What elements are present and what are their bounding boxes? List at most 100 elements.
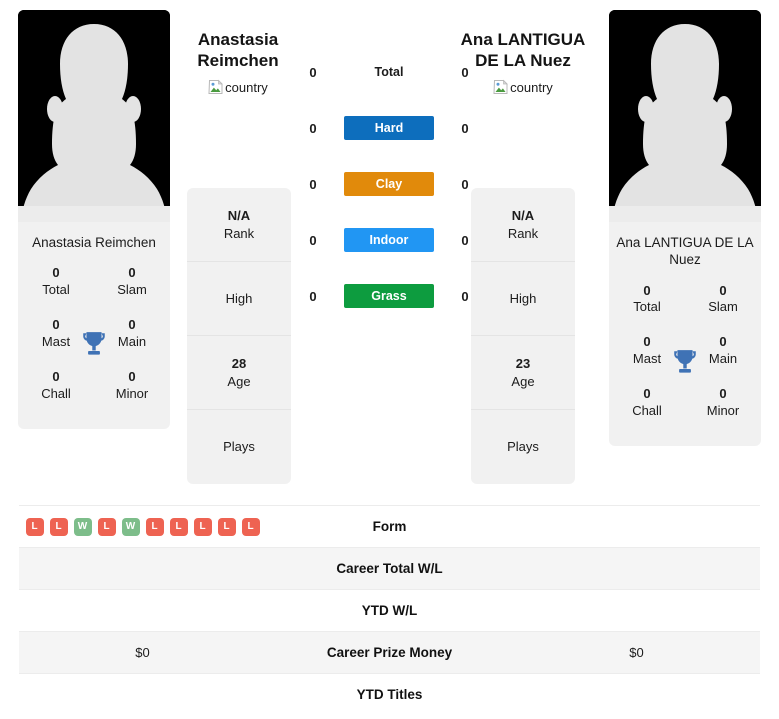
- surface-score-left-indoor: 0: [309, 232, 317, 248]
- form-badge-loss[interactable]: L: [193, 517, 212, 536]
- stat-minor-label-right: Minor: [706, 402, 740, 418]
- info-plays-label-left: Plays: [223, 439, 255, 455]
- trophy-icon: [83, 332, 105, 355]
- player-titles-grid-right: 0 Total 0 Slam 0 Mast 0 Main 0 Chall 0 M…: [609, 279, 761, 446]
- country-flag-right: country: [493, 79, 553, 95]
- info-high-left: High: [187, 262, 291, 336]
- info-plays-label-right: Plays: [507, 439, 539, 455]
- surface-row-indoor: 0 Indoor 0: [305, 228, 473, 252]
- stat-chall-left: 0 Chall: [18, 369, 94, 403]
- stat-minor-value-left: 0: [128, 368, 136, 384]
- info-high-label-left: High: [225, 290, 253, 306]
- comparison-table: LLWLWLLLLL Form Career Total W/L YTD W/L…: [0, 505, 779, 715]
- form-badges-left: LLWLWLLLLL: [25, 517, 260, 536]
- surface-score-left-grass: 0: [309, 288, 317, 304]
- stat-total-label-left: Total: [42, 282, 70, 298]
- info-rank-value-left: N/A: [227, 208, 251, 224]
- player-info-card-right: N/A Rank High 23 Age Plays: [471, 188, 575, 484]
- player-photo-right: [609, 10, 761, 222]
- surface-score-right-hard: 0: [461, 120, 469, 136]
- stat-total-right: 0 Total: [609, 283, 685, 317]
- stat-total-value-left: 0: [52, 265, 60, 281]
- surface-badge-grass: Grass: [344, 284, 434, 308]
- surface-comparison-column: 0 Total 0 0 Hard 0 0 Clay 0 0 Indoor 0 0: [305, 60, 473, 308]
- broken-image-icon: [493, 80, 509, 95]
- surface-score-right-clay: 0: [461, 176, 469, 192]
- stat-minor-left: 0 Minor: [94, 369, 170, 403]
- surface-row-grass: 0 Grass 0: [305, 284, 473, 308]
- info-plays-right: Plays: [471, 410, 575, 484]
- stat-slam-value-right: 0: [719, 282, 727, 298]
- info-rank-label-left: Rank: [223, 225, 255, 241]
- info-age-label-left: Age: [227, 373, 251, 389]
- info-age-value-right: 23: [515, 356, 531, 372]
- surface-row-hard: 0 Hard 0: [305, 116, 473, 140]
- player-titles-grid-left: 0 Total 0 Slam 0 Mast 0 Main 0 Chall 0 M…: [18, 261, 170, 428]
- stat-minor-value-right: 0: [719, 386, 727, 402]
- stat-chall-right: 0 Chall: [609, 386, 685, 420]
- stat-total-label-right: Total: [633, 299, 661, 315]
- form-badge-loss[interactable]: L: [49, 517, 68, 536]
- country-flag-left: country: [208, 79, 268, 95]
- broken-image-icon: [208, 80, 224, 95]
- table-row-ytd-wl: YTD W/L: [19, 589, 760, 631]
- info-plays-left: Plays: [187, 410, 291, 484]
- surface-score-left-total: 0: [309, 64, 317, 80]
- player-info-card-left: N/A Rank High 28 Age Plays: [187, 188, 291, 484]
- form-badge-loss[interactable]: L: [217, 517, 236, 536]
- stat-chall-label-right: Chall: [632, 402, 662, 418]
- form-badge-win[interactable]: W: [121, 517, 140, 536]
- surface-badge-clay: Clay: [344, 172, 434, 196]
- player-card-name-left: Anastasia Reimchen: [32, 235, 156, 250]
- player-card-right[interactable]: Ana LANTIGUA DE LA Nuez 0 Total 0 Slam 0…: [609, 10, 761, 446]
- player-silhouette-icon: [609, 10, 761, 222]
- form-badge-loss[interactable]: L: [25, 517, 44, 536]
- form-cell-left: LLWLWLLLLL: [19, 517, 266, 536]
- stat-minor-right: 0 Minor: [685, 386, 761, 420]
- top-comparison-area: Anastasia Reimchen 0 Total 0 Slam 0 Mast…: [0, 0, 779, 495]
- form-badge-loss[interactable]: L: [97, 517, 116, 536]
- stat-slam-label-right: Slam: [708, 299, 738, 315]
- table-row-label-career-prize-money: Career Prize Money: [326, 645, 453, 660]
- surface-score-left-hard: 0: [309, 120, 317, 136]
- form-badge-win[interactable]: W: [73, 517, 92, 536]
- trophy-icon: [674, 349, 696, 373]
- table-row-label-ytd-wl: YTD W/L: [361, 603, 418, 618]
- table-row-label-career-total-wl: Career Total W/L: [336, 561, 443, 576]
- table-row-career-prize-money: $0 Career Prize Money $0: [19, 631, 760, 673]
- stat-total-left: 0 Total: [18, 265, 94, 299]
- form-badge-loss[interactable]: L: [145, 517, 164, 536]
- player-header-left: Anastasia Reimchen country: [163, 30, 313, 100]
- career-prize-money-right: $0: [629, 645, 644, 660]
- surface-badge-hard: Hard: [344, 116, 434, 140]
- career-prize-money-left: $0: [135, 645, 150, 660]
- table-row-label-ytd-titles: YTD Titles: [356, 687, 423, 702]
- surface-row-total: 0 Total 0: [305, 60, 473, 84]
- info-high-right: High: [471, 262, 575, 336]
- player-card-name-right: Ana LANTIGUA DE LA Nuez: [616, 235, 754, 268]
- stat-slam-value-left: 0: [128, 265, 136, 281]
- stat-chall-label-left: Chall: [41, 385, 71, 401]
- info-rank-value-right: N/A: [511, 208, 535, 224]
- info-rank-label-right: Rank: [507, 225, 539, 241]
- surface-score-right-indoor: 0: [461, 232, 469, 248]
- player-card-left[interactable]: Anastasia Reimchen 0 Total 0 Slam 0 Mast…: [18, 10, 170, 429]
- info-age-value-left: 28: [231, 356, 247, 372]
- table-row-ytd-titles: YTD Titles: [19, 673, 760, 715]
- stat-minor-label-left: Minor: [115, 385, 149, 401]
- table-row-career-total-wl: Career Total W/L: [19, 547, 760, 589]
- form-badge-loss[interactable]: L: [241, 517, 260, 536]
- form-badge-loss[interactable]: L: [169, 517, 188, 536]
- surface-score-right-grass: 0: [461, 288, 469, 304]
- surface-badge-total: Total: [374, 65, 404, 79]
- info-rank-right: N/A Rank: [471, 188, 575, 262]
- country-alt-text-right: country: [510, 79, 553, 95]
- stat-chall-value-left: 0: [52, 368, 60, 384]
- stat-total-value-right: 0: [643, 282, 651, 298]
- stat-chall-value-right: 0: [643, 386, 651, 402]
- info-rank-left: N/A Rank: [187, 188, 291, 262]
- stat-slam-label-left: Slam: [117, 282, 147, 298]
- stat-slam-left: 0 Slam: [94, 265, 170, 299]
- country-alt-text-left: country: [225, 79, 268, 95]
- surface-badge-indoor: Indoor: [344, 228, 434, 252]
